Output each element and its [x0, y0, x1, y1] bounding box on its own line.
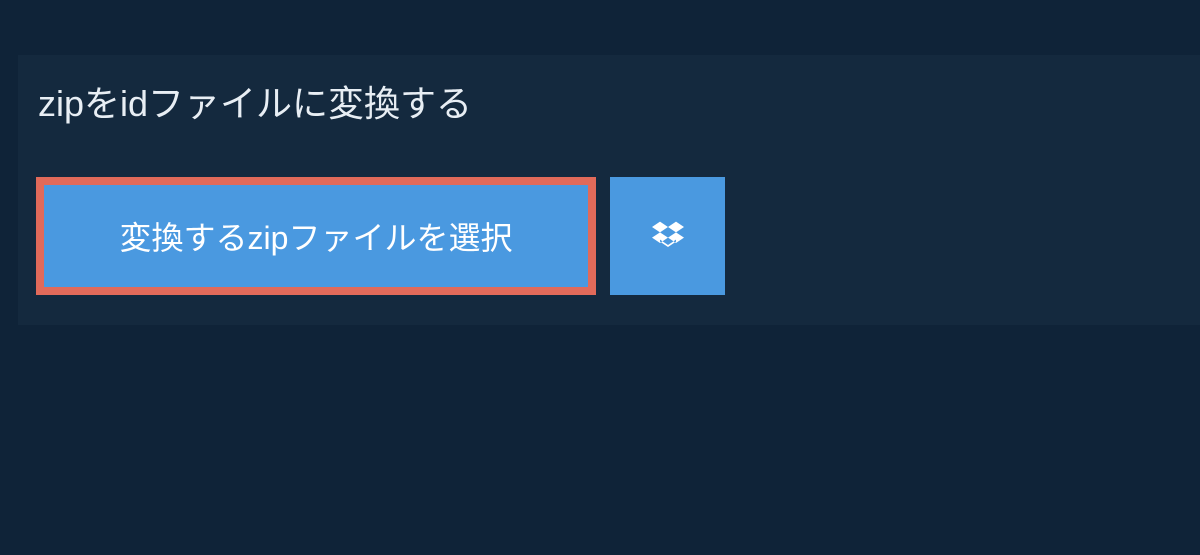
converter-panel: zipをidファイルに変換する 変換するzipファイルを選択: [18, 55, 1200, 325]
dropbox-icon: [652, 219, 684, 254]
page-title: zipをidファイルに変換する: [18, 55, 492, 152]
select-file-label: 変換するzipファイルを選択: [120, 213, 513, 259]
dropbox-button[interactable]: [610, 177, 725, 295]
button-row: 変換するzipファイルを選択: [18, 177, 1200, 325]
select-file-button[interactable]: 変換するzipファイルを選択: [36, 177, 596, 295]
